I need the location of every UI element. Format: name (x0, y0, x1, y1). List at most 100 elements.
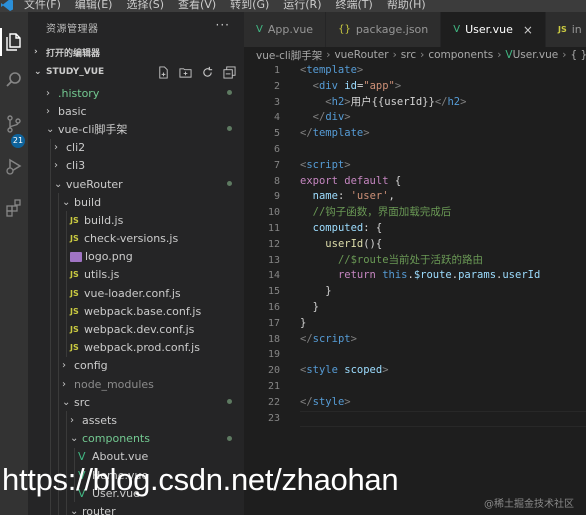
line-number: 17 (267, 317, 280, 329)
indent-guide (58, 265, 59, 285)
code-token: } (300, 285, 332, 298)
tree-item-label: cli2 (66, 141, 86, 155)
tab-label: in (571, 23, 582, 36)
breadcrumb-item[interactable]: vue-cli脚手架 (256, 48, 322, 63)
line-number: 21 (267, 380, 280, 392)
tree-folder[interactable]: › cli2 (28, 138, 244, 157)
menu-item[interactable]: 选择(S) (126, 0, 164, 12)
tab-app-vue[interactable]: V App.vue (244, 12, 327, 47)
tree-file[interactable]: JS check-versions.js (28, 229, 244, 248)
explorer-icon[interactable] (2, 30, 26, 54)
breadcrumb-item[interactable]: vueRouter (334, 49, 388, 61)
extensions-icon[interactable] (2, 196, 26, 220)
tree-file[interactable]: logo.png (28, 247, 244, 266)
chevron-right-icon: › (54, 142, 58, 154)
search-icon[interactable] (2, 68, 26, 92)
indent-guide (58, 502, 59, 515)
code-token: } (300, 316, 307, 329)
tab-user-vue[interactable]: V User.vue × (441, 12, 546, 47)
tab-label: package.json (355, 23, 429, 36)
run-debug-icon[interactable] (2, 154, 26, 178)
menu-item[interactable]: 编辑(E) (75, 0, 113, 12)
menu-item[interactable]: 查看(V) (178, 0, 216, 12)
open-editors-section[interactable]: › 打开的编辑器 (28, 42, 244, 62)
line-number: 12 (267, 238, 280, 250)
code-area[interactable]: <template> <div id="app"> <h2>用户{{userId… (300, 63, 586, 426)
tree-folder[interactable]: ⌄ router (28, 502, 244, 515)
breadcrumb-item[interactable]: components (428, 49, 493, 61)
line-number: 20 (267, 365, 280, 377)
more-actions-icon[interactable]: ··· (216, 18, 230, 32)
project-section[interactable]: ⌄ STUDY_VUE (28, 62, 244, 82)
refresh-icon[interactable] (200, 65, 214, 79)
code-line: return this.$route.params.userId (300, 268, 586, 284)
tree-item-label: cli3 (66, 159, 86, 173)
source-control-icon[interactable] (2, 112, 26, 136)
js-file-icon: JS (70, 343, 79, 353)
tree-folder[interactable]: ⌄ vueRouter (28, 174, 244, 194)
tree-folder[interactable]: › basic (28, 102, 244, 120)
new-folder-icon[interactable] (178, 65, 192, 79)
code-line: computed: { (300, 221, 586, 237)
indent-guide (66, 338, 67, 357)
tree-folder[interactable]: › node_modules (28, 375, 244, 394)
code-line: </template> (300, 126, 586, 142)
tree-file[interactable]: JS vue-loader.conf.js (28, 284, 244, 303)
git-status-dot (227, 399, 232, 405)
explorer-title: 资源管理器 (46, 23, 99, 35)
json-file-icon: {} (338, 24, 351, 35)
code-editor[interactable]: 1 2 3 4 5 6 7 8 9 10 11 12 13 14 15 16 17 18 19 20 21 22 23 <t… (244, 63, 586, 515)
tree-item-label: components (82, 432, 150, 446)
menu-item[interactable]: 运行(R) (283, 0, 321, 12)
indent-guide (50, 156, 51, 175)
tree-folder[interactable]: ⌄ vue-cli脚手架 (28, 120, 244, 138)
code-token: > (350, 332, 357, 345)
tree-folder[interactable]: › config (28, 356, 244, 375)
tree-folder[interactable]: › .history (28, 84, 244, 102)
collapse-all-icon[interactable] (222, 65, 236, 79)
line-number: 5 (273, 128, 280, 140)
line-number: 10 (267, 207, 280, 219)
close-icon[interactable]: × (523, 23, 533, 37)
tree-folder[interactable]: › assets (28, 411, 244, 430)
tree-folder[interactable]: ⌄ src (28, 393, 244, 412)
breadcrumb-item[interactable]: User.vue (513, 49, 559, 61)
code-token: div (325, 111, 345, 124)
indent-guide (58, 284, 59, 303)
breadcrumb-item[interactable]: { } (570, 49, 586, 61)
tree-item-label: webpack.prod.conf.js (84, 341, 200, 355)
new-file-icon[interactable] (156, 65, 170, 79)
code-line: } (300, 300, 586, 316)
menu-item[interactable]: 转到(G) (230, 0, 269, 12)
chevron-right-icon: › (34, 47, 38, 57)
code-token: > (363, 127, 370, 140)
indent-guide (58, 229, 59, 248)
code-token: style (306, 364, 338, 377)
indent-guide (58, 247, 59, 266)
tree-folder[interactable]: ⌄ components (28, 429, 244, 448)
menu-item[interactable]: 文件(F) (24, 0, 61, 12)
tab-package-json[interactable]: {} package.json (326, 12, 442, 47)
tree-folder[interactable]: › cli3 (28, 156, 244, 175)
menu-item[interactable]: 帮助(H) (387, 0, 426, 12)
tree-folder[interactable]: ⌄ build (28, 193, 244, 212)
line-number: 1 (273, 65, 280, 76)
code-token: style (312, 395, 345, 408)
code-token: id (344, 79, 357, 92)
vue-file-icon: V (256, 24, 263, 35)
tree-file[interactable]: JS webpack.prod.conf.js (28, 338, 244, 357)
indent-guide (50, 265, 51, 285)
code-token: > (356, 64, 364, 76)
tab-in[interactable]: JS in (545, 12, 586, 47)
tree-item-label: vueRouter (66, 177, 123, 191)
tree-file[interactable]: JS webpack.dev.conf.js (28, 320, 244, 339)
breadcrumb-item[interactable]: src (401, 49, 416, 61)
tree-file[interactable]: JS webpack.base.conf.js (28, 302, 244, 321)
code-token: script (312, 332, 351, 345)
menu-item[interactable]: 终端(T) (336, 0, 373, 12)
tree-file[interactable]: JS utils.js (28, 265, 244, 285)
tree-file[interactable]: JS build.js (28, 211, 244, 230)
